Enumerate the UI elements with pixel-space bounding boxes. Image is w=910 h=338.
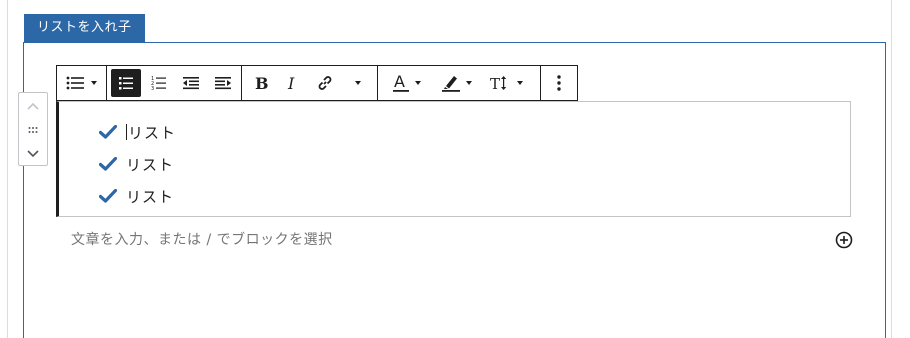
highlight-icon <box>441 76 460 92</box>
plus-circle-icon <box>835 231 853 249</box>
editor-canvas: リストを入れ子 1 2 3 B I A T リスト リスト リスト 文章を入力、… <box>0 0 910 338</box>
move-up-button[interactable] <box>19 95 47 117</box>
checkmark-icon <box>99 157 119 171</box>
list-item[interactable]: リスト <box>99 116 176 148</box>
font-size-icon: T <box>490 75 506 92</box>
svg-text:T: T <box>490 75 500 92</box>
text-cursor <box>126 124 127 140</box>
font-size-button[interactable]: T <box>484 69 528 97</box>
drag-handle-icon <box>28 127 38 133</box>
options-button[interactable] <box>546 69 572 97</box>
dropdown-caret-icon <box>516 81 523 85</box>
list-item[interactable]: リスト <box>99 180 176 212</box>
svg-text:3: 3 <box>151 86 154 91</box>
bold-icon: B <box>255 75 268 91</box>
list-item-text: リスト <box>126 155 175 174</box>
link-button[interactable] <box>309 69 342 97</box>
svg-text:B: B <box>255 75 268 91</box>
canvas-right-border <box>891 0 892 338</box>
unordered-list-button[interactable] <box>110 69 141 97</box>
chevron-up-icon <box>27 102 39 110</box>
unordered-list-icon <box>118 77 133 90</box>
toolbar-group-block-type <box>57 66 107 100</box>
list-item[interactable]: リスト <box>99 148 176 180</box>
checkmark-icon <box>99 125 119 139</box>
link-icon <box>318 76 332 90</box>
italic-icon: I <box>287 75 295 91</box>
drag-handle[interactable] <box>19 119 47 141</box>
paragraph-placeholder[interactable]: 文章を入力、または / でブロックを選択 <box>71 229 333 249</box>
checkmark-icon <box>99 189 119 203</box>
options-icon <box>557 75 561 91</box>
ordered-list-button[interactable]: 1 2 3 <box>145 69 173 97</box>
check-list: リスト リスト リスト <box>99 116 176 212</box>
toolbar-group-text-style: A T <box>378 66 542 100</box>
outdent-button[interactable] <box>177 69 205 97</box>
dropdown-caret-icon <box>414 81 421 85</box>
more-formatting-button[interactable] <box>344 69 373 97</box>
ordered-list-icon: 1 2 3 <box>151 76 166 91</box>
chevron-down-icon <box>27 150 39 158</box>
toolbar-group-options <box>541 66 577 100</box>
svg-text:I: I <box>287 75 295 91</box>
bold-button[interactable]: B <box>246 69 275 97</box>
list-style-icon <box>66 76 84 90</box>
toolbar-group-list: 1 2 3 <box>107 66 243 100</box>
outdent-icon <box>182 77 199 90</box>
block-toolbar: 1 2 3 B I A T <box>56 65 578 101</box>
block-mover <box>18 92 48 166</box>
block-title-label: リストを入れ子 <box>24 14 145 42</box>
italic-button[interactable]: I <box>277 69 306 97</box>
canvas-left-border <box>7 0 8 338</box>
list-item-text: リスト <box>126 187 175 206</box>
indent-icon <box>214 77 231 90</box>
toolbar-group-formatting: B I <box>242 66 379 100</box>
list-block[interactable]: リスト リスト リスト <box>56 101 851 217</box>
highlight-button[interactable] <box>434 69 478 97</box>
text-color-button[interactable]: A <box>384 69 428 97</box>
text-color-icon: A <box>392 73 409 92</box>
more-formatting-icon <box>355 81 362 85</box>
dropdown-caret-icon <box>465 81 472 85</box>
dropdown-caret-icon <box>90 81 97 85</box>
svg-text:A: A <box>394 73 405 91</box>
indent-button[interactable] <box>209 69 237 97</box>
block-inserter-button[interactable] <box>834 230 854 250</box>
list-style-button[interactable] <box>61 69 101 97</box>
move-down-button[interactable] <box>19 143 47 165</box>
list-item-text: リスト <box>128 123 177 142</box>
